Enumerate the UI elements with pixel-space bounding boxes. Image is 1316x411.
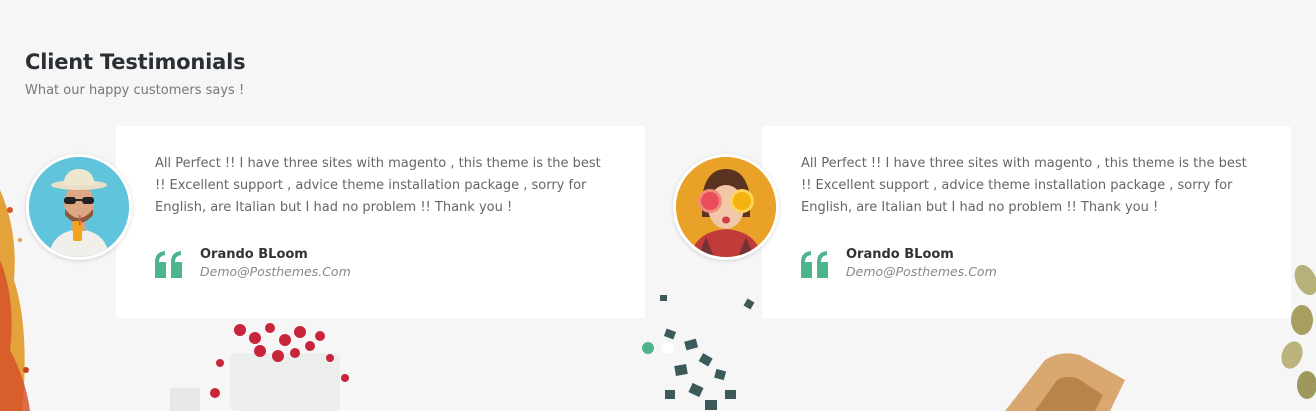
section-subtitle: What our happy customers says ! (25, 83, 245, 98)
avatar (26, 154, 132, 260)
avatar (673, 154, 779, 260)
author-name: Orando BLoom (846, 247, 954, 262)
section-title: Client Testimonials (25, 50, 246, 74)
testimonial-card: All Perfect !! I have three sites with m… (116, 126, 645, 318)
pagination-dot-1[interactable] (642, 342, 654, 354)
man-with-sunglasses-avatar-image (29, 157, 129, 257)
berries-jar-decoration (170, 323, 349, 411)
woman-with-citrus-avatar-image (676, 157, 776, 257)
pagination-dot-2[interactable] (662, 342, 674, 354)
testimonial-card: All Perfect !! I have three sites with m… (762, 126, 1291, 318)
author-email: Demo@Posthemes.Com (200, 264, 351, 279)
quote-icon (155, 251, 182, 278)
quote-icon (801, 251, 828, 278)
wooden-board-decoration (1005, 353, 1125, 411)
testimonial-text: All Perfect !! I have three sites with m… (155, 156, 601, 215)
testimonial-text: All Perfect !! I have three sites with m… (801, 156, 1247, 215)
carousel-pagination (642, 342, 674, 354)
author-email: Demo@Posthemes.Com (846, 264, 997, 279)
author-name: Orando BLoom (200, 247, 308, 262)
